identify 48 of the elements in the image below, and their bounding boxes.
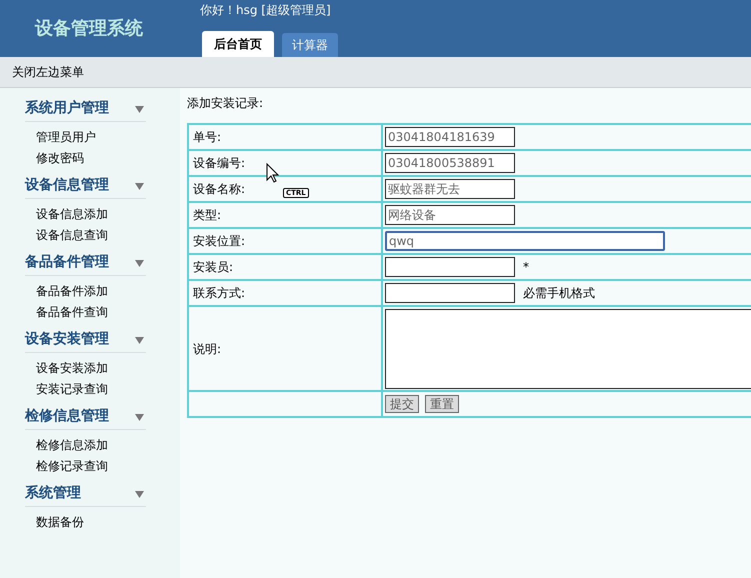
- form-label: 单号:: [188, 124, 382, 150]
- caret-down-icon: [135, 490, 144, 498]
- input-field[interactable]: 03041804181639: [385, 127, 515, 147]
- form-button[interactable]: 重置: [425, 395, 459, 413]
- menu-item[interactable]: 设备安装添加: [36, 358, 180, 379]
- input-field[interactable]: 驱蚊器群无去: [385, 179, 515, 199]
- toggle-menu-link[interactable]: 关闭左边菜单: [12, 63, 84, 81]
- menu-group-header[interactable]: 系统管理: [25, 481, 146, 507]
- form-label: 类型:: [188, 202, 382, 228]
- menu-group-header[interactable]: 检修信息管理: [25, 404, 146, 430]
- form-heading: 添加安装记录:: [187, 95, 264, 112]
- menu-item[interactable]: 备品备件查询: [36, 302, 180, 323]
- menu-group-header[interactable]: 设备信息管理: [25, 173, 146, 199]
- menu-item[interactable]: 安装记录查询: [36, 379, 180, 400]
- caret-down-icon: [135, 182, 144, 190]
- form-label: 安装位置:: [188, 228, 382, 254]
- menu-item[interactable]: 检修记录查询: [36, 456, 180, 477]
- input-field[interactable]: 网络设备: [385, 205, 515, 225]
- app-title: 设备管理系统: [35, 17, 143, 41]
- field-hint: *: [523, 259, 529, 276]
- input-field[interactable]: [385, 257, 515, 277]
- form-label: 安装员:: [188, 254, 382, 280]
- menu-item[interactable]: 设备信息添加: [36, 204, 180, 225]
- menu-item[interactable]: 数据备份: [36, 512, 180, 533]
- menu-item[interactable]: 设备信息查询: [36, 225, 180, 246]
- menu-group-header[interactable]: 设备安装管理: [25, 327, 146, 353]
- greeting-text: 你好！hsg [超级管理员]: [200, 2, 332, 19]
- caret-down-icon: [135, 258, 144, 266]
- nav-tab[interactable]: 后台首页: [202, 31, 274, 57]
- input-field[interactable]: 03041800538891: [385, 153, 515, 173]
- caret-down-icon: [135, 104, 144, 112]
- menu-group-header[interactable]: 备品备件管理: [25, 250, 146, 276]
- menu-item[interactable]: 检修信息添加: [36, 435, 180, 456]
- caret-down-icon: [135, 412, 144, 420]
- menu-item[interactable]: 修改密码: [36, 148, 180, 169]
- field-hint: 必需手机格式: [523, 285, 595, 302]
- description-textarea[interactable]: [385, 308, 751, 388]
- input-field[interactable]: [385, 283, 515, 303]
- form-button[interactable]: 提交: [385, 395, 419, 413]
- menu-group-header[interactable]: 系统用户管理: [25, 96, 146, 122]
- menu-item[interactable]: 管理员用户: [36, 127, 180, 148]
- cursor-icon: [266, 163, 279, 183]
- input-field[interactable]: qwq: [385, 231, 665, 251]
- form-label: 说明:: [188, 306, 382, 391]
- form-label: 联系方式:: [188, 280, 382, 306]
- menu-item[interactable]: 备品备件添加: [36, 281, 180, 302]
- caret-down-icon: [135, 336, 144, 344]
- nav-tab[interactable]: 计算器: [282, 33, 338, 57]
